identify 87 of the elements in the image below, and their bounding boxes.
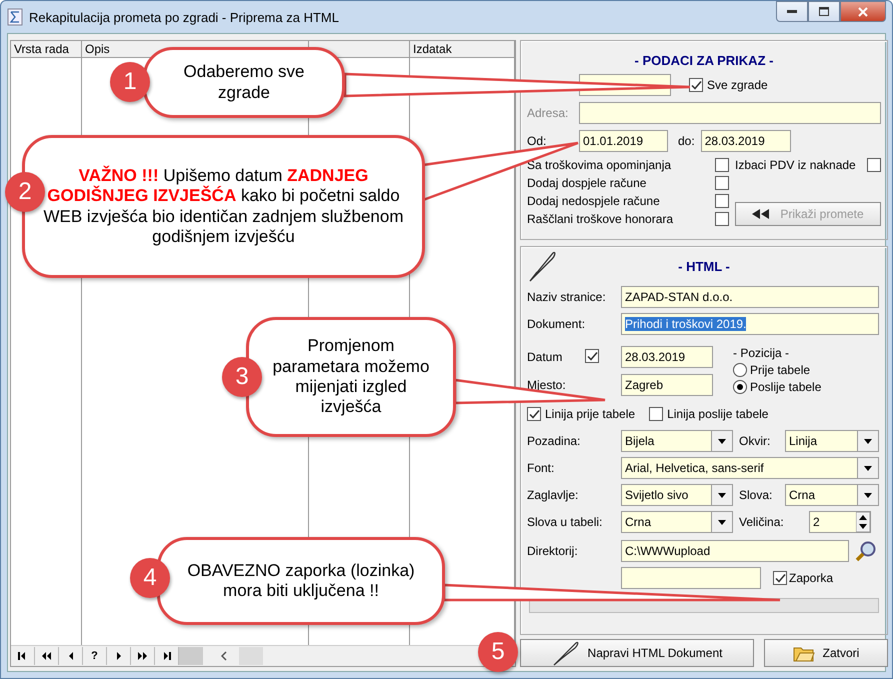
checkbox-label: Dodaj nedospjele račune xyxy=(527,194,660,208)
dropdown-field[interactable]: Svijetlo sivo xyxy=(621,484,733,506)
field-label: Okvir: xyxy=(739,434,772,448)
checkbox-label: Izbaci PDV iz naknade xyxy=(735,158,856,172)
column-header: Vrsta rada xyxy=(11,41,81,58)
field-label: Zaglavlje: xyxy=(527,488,580,502)
number-spinner[interactable]: 2 xyxy=(809,511,871,533)
field-label: Slova u tabeli: xyxy=(527,515,604,529)
close-icon xyxy=(858,6,868,16)
section-title: - HTML - xyxy=(677,258,731,274)
spin-arrows-icon[interactable] xyxy=(856,512,870,532)
column-header: Izdatak xyxy=(410,41,514,58)
text-field[interactable]: ZAPAD-STAN d.o.o. xyxy=(621,286,879,308)
window-title: Rekapitulacija prometa po zgradi - Priprema za HTML xyxy=(29,10,339,24)
caret-icon xyxy=(718,520,726,524)
caret-icon xyxy=(864,438,872,444)
scrollbar-thumb[interactable] xyxy=(239,647,263,665)
text-field[interactable]: Zagreb xyxy=(621,374,713,396)
field-label: Mjesto: xyxy=(527,378,567,392)
checkbox[interactable] xyxy=(715,176,729,190)
quill-icon xyxy=(552,640,580,666)
checkbox[interactable] xyxy=(649,407,664,421)
callout-bubble: OBAVEZNO zaporka (lozinka) mora biti uključena !! xyxy=(157,537,445,625)
field-label: Od: xyxy=(527,134,548,148)
text-field[interactable] xyxy=(579,102,881,124)
radio-label: Poslije tabele xyxy=(750,380,822,394)
skip-back-icon xyxy=(17,651,28,661)
field-label: Naziv stranice: xyxy=(527,290,607,304)
scroll-left-icon[interactable] xyxy=(221,651,227,661)
caret-icon xyxy=(864,492,872,498)
field-label: Pozadina: xyxy=(527,434,582,448)
caret-icon xyxy=(718,438,726,444)
checkbox-label: Dodaj dospjele račune xyxy=(527,176,646,190)
radio-button[interactable] xyxy=(733,380,747,394)
dropdown-field[interactable]: Bijela xyxy=(621,430,733,452)
checkbox[interactable] xyxy=(585,349,599,364)
caret-icon xyxy=(864,466,872,470)
date-field[interactable]: 28.03.2019 xyxy=(700,130,791,152)
checkbox[interactable] xyxy=(689,78,703,92)
callout-bubble: Odaberemo sve zgrade xyxy=(143,47,345,118)
field-label: Datum xyxy=(527,350,564,364)
checkbox[interactable] xyxy=(773,571,787,585)
checkbox[interactable] xyxy=(715,212,729,226)
group-label: - Pozicija - xyxy=(733,346,790,360)
quill-icon xyxy=(527,250,557,282)
checkbox-label: Raščlani troškove honorara xyxy=(527,212,674,226)
search-icon[interactable] xyxy=(855,540,877,562)
path-field[interactable]: C:\WWWupload xyxy=(621,540,849,562)
field-label: Font: xyxy=(527,461,556,475)
close-dialog-button[interactable]: Zatvori xyxy=(764,639,888,667)
field-label: do: xyxy=(678,134,695,148)
checkbox[interactable] xyxy=(715,194,729,208)
field-label: Direktorij: xyxy=(527,544,579,558)
app-icon xyxy=(7,8,23,26)
section-title: - PODACI ZA PRIKAZ - xyxy=(634,53,774,68)
dropdown-field[interactable]: Linija xyxy=(785,430,879,452)
minimize-button[interactable] xyxy=(776,1,808,22)
dropdown-field[interactable]: Crna xyxy=(621,511,733,533)
date-field[interactable]: 28.03.2019 xyxy=(621,346,713,368)
checkbox[interactable] xyxy=(867,158,881,172)
checkbox-label: Linija prije tabele xyxy=(545,407,636,421)
field-label: Adresa: xyxy=(527,106,570,120)
dropdown-field[interactable]: Crna xyxy=(785,484,879,506)
text-field[interactable]: Prihodi i troškovi 2019. xyxy=(621,313,879,335)
checkbox-label: Zaporka xyxy=(789,571,834,585)
scrollbar-thumb[interactable] xyxy=(179,647,203,665)
checkbox[interactable] xyxy=(527,407,541,421)
close-button[interactable] xyxy=(840,1,886,22)
double-right-arrow-icon xyxy=(137,651,148,661)
checkbox[interactable] xyxy=(715,158,729,172)
maximize-button[interactable] xyxy=(808,1,840,22)
create-document-button[interactable]: Napravi HTML Dokument xyxy=(520,639,754,667)
dropdown-field[interactable]: Arial, Helvetica, sans-serif xyxy=(621,457,879,479)
radio-button[interactable] xyxy=(733,363,747,377)
minimize-icon xyxy=(787,10,797,14)
skip-forward-icon xyxy=(161,651,172,661)
maximize-icon xyxy=(819,7,829,16)
checkbox-label: Sve zgrade xyxy=(707,78,768,92)
field-label: Slova: xyxy=(739,488,774,502)
double-left-arrow-icon xyxy=(41,651,52,661)
field-label: Veličina: xyxy=(739,515,785,529)
caret-icon xyxy=(718,492,726,498)
text-field[interactable] xyxy=(621,567,761,589)
field-label: Dokument: xyxy=(527,317,586,331)
checkbox-label: Linija poslije tabele xyxy=(667,407,768,421)
radio-label: Prije tabele xyxy=(750,363,810,377)
date-field[interactable]: 01.01.2019 xyxy=(579,130,668,152)
